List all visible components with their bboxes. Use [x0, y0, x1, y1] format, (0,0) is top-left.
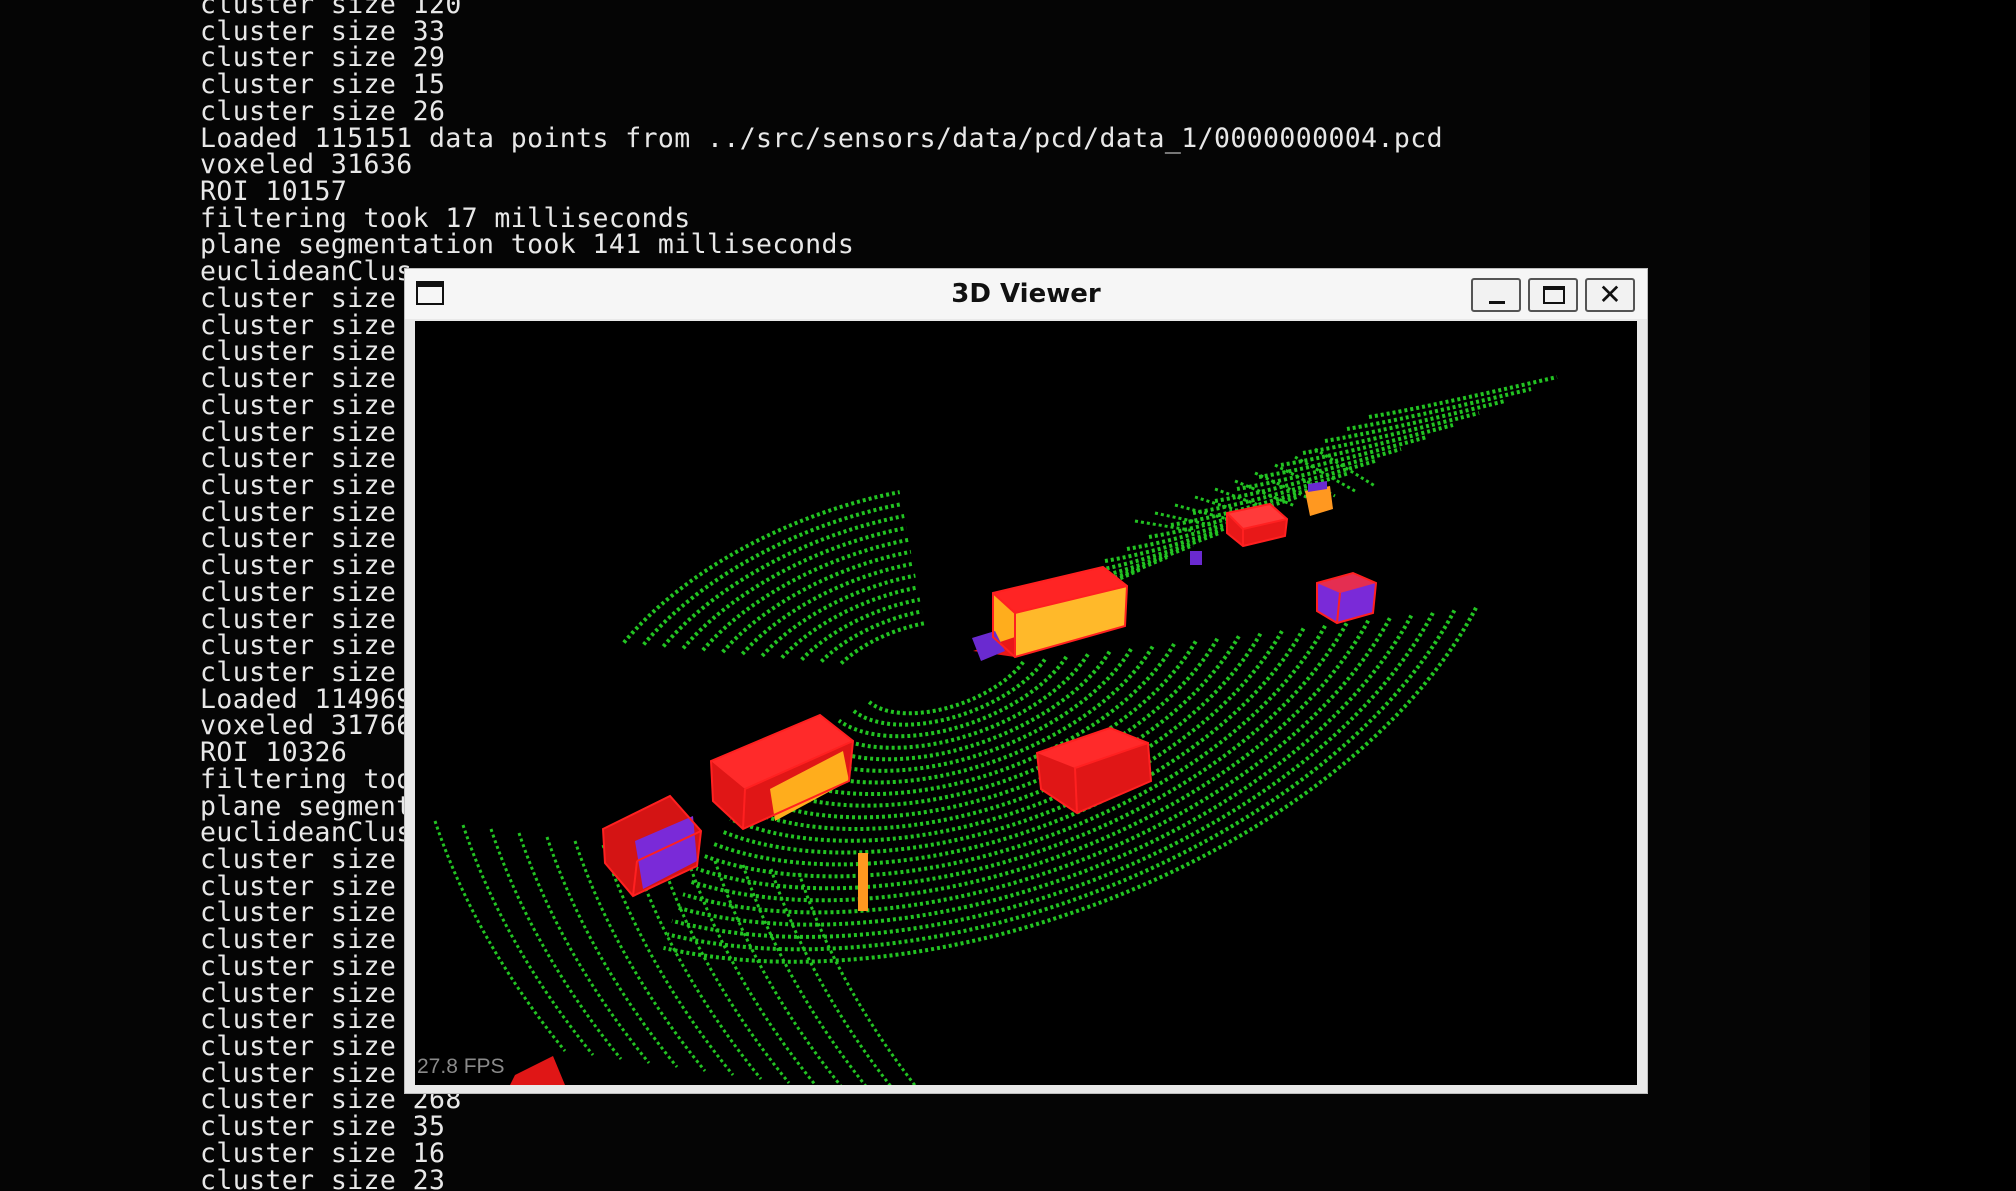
- terminal-line: cluster size 35: [200, 1111, 446, 1143]
- lidar-ring: [823, 653, 1090, 750]
- terminal-line: ROI 10157: [200, 176, 348, 208]
- screen-edge: [1870, 0, 2016, 1191]
- lidar-ring: [1368, 375, 1558, 419]
- cluster-edge-near: [510, 1056, 565, 1085]
- maximize-icon: [1543, 286, 1565, 304]
- lidar-ring: [685, 856, 818, 1085]
- terminal-line: cluster size 16: [200, 1137, 446, 1169]
- lidar-ring: [489, 828, 623, 1060]
- cluster-car-center-low: [1037, 728, 1151, 813]
- terminal-line: plane segmentation took 141 milliseconds: [200, 229, 855, 261]
- terminal-line: voxeled 31636: [200, 149, 413, 181]
- terminal-line: cluster size 29: [200, 42, 446, 74]
- lidar-ring: [1258, 435, 1428, 479]
- close-icon: ✕: [1598, 278, 1622, 311]
- lidar-ring: [852, 658, 1047, 727]
- terminal-line: filtering took 17 milliseconds: [200, 202, 691, 234]
- lidar-ring: [837, 655, 1068, 739]
- bounding-boxes: [601, 502, 1378, 898]
- cluster-pole-far: [1190, 551, 1202, 565]
- lidar-ring: [433, 820, 567, 1052]
- terminal-line: cluster size 15: [200, 69, 446, 101]
- lidar-ring: [681, 525, 907, 650]
- window-title: 3D Viewer: [951, 279, 1101, 309]
- 3d-viewer-window[interactable]: 3D Viewer ✕ 27.8 FPS: [404, 268, 1648, 1094]
- terminal-line: cluster size 26: [200, 95, 446, 127]
- cluster-pole-near: [858, 853, 868, 911]
- lidar-ring: [740, 561, 914, 656]
- lidar-ring: [839, 621, 925, 665]
- terminal-line: Loaded 115151 data points from ../src/se…: [200, 122, 1443, 154]
- lidar-ring: [461, 824, 595, 1056]
- lidar-ring: [657, 852, 791, 1084]
- point-cloud-render: [433, 375, 1558, 1085]
- title-bar[interactable]: 3D Viewer ✕: [405, 269, 1647, 319]
- fps-counter: 27.8 FPS: [417, 1055, 505, 1078]
- close-button[interactable]: ✕: [1585, 278, 1635, 312]
- road-points: [433, 375, 1558, 1085]
- lidar-ring: [800, 597, 921, 661]
- lidar-ring: [867, 660, 1025, 716]
- point-cloud-canvas[interactable]: 27.8 FPS: [415, 321, 1637, 1085]
- terminal-line: cluster size 23: [200, 1164, 446, 1191]
- lidar-ring: [819, 609, 923, 663]
- terminal-line: cluster size 33: [200, 15, 446, 47]
- lidar-ring: [701, 537, 909, 652]
- lidar-ring: [1302, 411, 1480, 455]
- maximize-button[interactable]: [1528, 278, 1578, 312]
- minimize-icon: [1489, 301, 1505, 304]
- cluster-small-far: [1305, 481, 1333, 516]
- lidar-ring: [760, 573, 916, 658]
- lidar-ring: [1324, 399, 1506, 443]
- terminal-line: cluster size 120: [200, 0, 462, 20]
- minimize-button[interactable]: [1471, 278, 1521, 312]
- lidar-ring: [1104, 519, 1246, 563]
